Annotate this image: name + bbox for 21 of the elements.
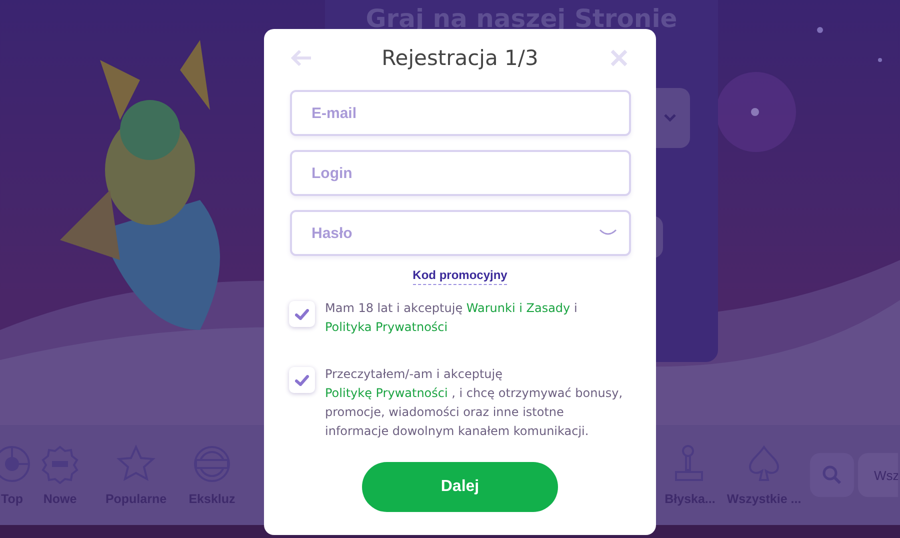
promo-code-link[interactable]: Kod promocyjny	[412, 268, 508, 285]
password-field[interactable]: Hasło	[290, 210, 630, 256]
consent-link[interactable]: Warunki i Zasady	[466, 301, 570, 315]
consent-text: Przeczytałem/-am i akceptuję Politykę Prywatności , i chcę otrzymywać bonusy, promocje, wiadomości oraz inne istotne informacje dowolnym kanałem komunikacji.	[325, 366, 624, 440]
arrow-left-icon	[290, 49, 312, 67]
checkbox[interactable]	[289, 367, 315, 393]
checkmark-icon	[295, 374, 309, 386]
consent-link[interactable]: Polityka Prywatności	[325, 320, 448, 334]
eye-closed-icon[interactable]	[598, 229, 616, 237]
input-field[interactable]: E-mail	[290, 90, 630, 136]
dialog-title: Rejestracja 1/3	[382, 46, 538, 70]
next-button[interactable]: Dalej	[362, 462, 558, 512]
input-field[interactable]: Login	[290, 150, 630, 196]
consent-link[interactable]: Politykę Prywatności	[325, 386, 448, 400]
chevron-down-icon	[664, 114, 676, 122]
consent-text: Mam 18 lat i akceptuję Warunki i Zasady i Polityka Prywatności	[325, 300, 578, 336]
search-button[interactable]	[810, 453, 854, 497]
checkmark-icon	[295, 308, 309, 320]
close-icon	[610, 49, 628, 67]
checkbox[interactable]	[289, 301, 315, 327]
search-icon	[822, 465, 842, 485]
